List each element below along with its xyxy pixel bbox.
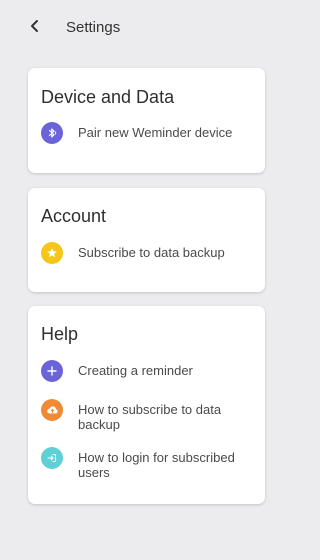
bluetooth-icon xyxy=(41,122,63,144)
subscribe-help-item[interactable]: How to subscribe to data backup xyxy=(41,399,255,432)
plus-icon xyxy=(41,360,63,382)
login-help-label: How to login for subscribed users xyxy=(78,450,235,480)
section-title-account: Account xyxy=(41,206,107,226)
creating-reminder-label: Creating a reminder xyxy=(78,363,193,378)
section-title-help: Help xyxy=(41,324,79,344)
back-button[interactable] xyxy=(24,17,46,39)
pair-device-item[interactable]: Pair new Weminder device xyxy=(41,122,255,144)
top-app-bar: Settings xyxy=(0,0,282,56)
subscribe-help-label: How to subscribe to data backup xyxy=(78,402,222,432)
chevron-left-icon xyxy=(28,19,42,38)
section-title-device-and-data: Device and Data xyxy=(41,87,175,107)
login-help-item[interactable]: How to login for subscribed users xyxy=(41,447,255,480)
star-icon xyxy=(41,242,63,264)
help-card: Help Creating a reminder How to subscrib… xyxy=(28,306,265,504)
subscribe-backup-label: Subscribe to data backup xyxy=(78,245,225,260)
cloud-upload-icon xyxy=(41,399,63,421)
device-and-data-card: Device and Data Pair new Weminder device xyxy=(28,68,265,173)
subscribe-backup-item[interactable]: Subscribe to data backup xyxy=(41,242,255,264)
pair-device-label: Pair new Weminder device xyxy=(78,125,233,140)
creating-reminder-item[interactable]: Creating a reminder xyxy=(41,360,255,382)
page-title: Settings xyxy=(66,19,121,36)
login-icon xyxy=(41,447,63,469)
account-card: Account Subscribe to data backup xyxy=(28,188,265,292)
